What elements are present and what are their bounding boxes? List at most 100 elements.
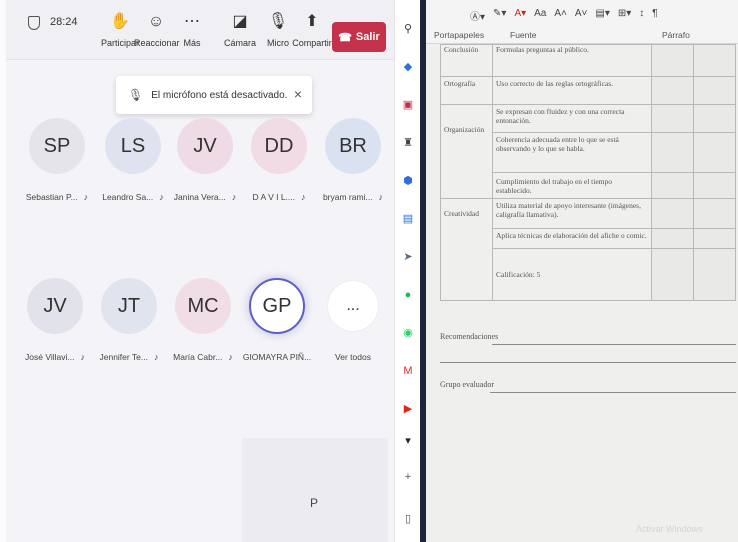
participant-name: bryam rami... (322, 192, 373, 202)
shading-icon[interactable]: ▤▾ (595, 8, 609, 23)
recommendations-line-2 (440, 362, 736, 363)
document-page[interactable]: Conclusión Formulas preguntas al público… (426, 44, 738, 542)
grade-cell: Calificación: 5 (492, 248, 652, 301)
criterion-cell: Creatividad (440, 198, 493, 301)
avatar: JT (101, 278, 157, 334)
criterion-cell: Conclusión (440, 44, 493, 77)
word-ribbon: Ⓐ▾ ✎▾ A▾ Aa A˄ A˅ ▤▾ ⊞▾ ↕ ¶ Portapapeles… (426, 0, 738, 44)
participant-tile[interactable]: SP Sebastian P... ♪ (20, 118, 94, 202)
avatar: JV (177, 118, 233, 174)
share-button[interactable]: ⬆ Compartir (290, 12, 334, 48)
recommendations-line (492, 344, 736, 345)
score-cell (693, 172, 736, 199)
change-case-button[interactable]: Aa (534, 8, 546, 23)
more-button[interactable]: ⋯ Más (170, 12, 214, 48)
tag-icon[interactable]: ◆ (401, 60, 415, 74)
chevron-down-icon[interactable]: ▾ (401, 434, 415, 448)
table-row: Organización Se expresan con fluidez y c… (440, 104, 736, 199)
shrink-font-icon[interactable]: A˅ (575, 8, 588, 23)
grow-font-icon[interactable]: A˄ (554, 8, 567, 23)
send-icon[interactable]: ➤ (401, 250, 415, 264)
participant-name: Jennifer Te... (99, 352, 148, 362)
avatar-initials: JV (43, 294, 67, 317)
participant-name: María Cabr... (173, 352, 223, 362)
score-cell (693, 132, 736, 173)
participant-name: Janina Vera... (173, 192, 226, 202)
self-initial: P (310, 496, 319, 510)
participant-name: D A V I L.... (252, 192, 296, 202)
participant-tile[interactable]: LS Leandro Sa... ♪ (96, 118, 170, 202)
shield-icon (28, 16, 40, 30)
avatar-initials: JT (117, 294, 141, 317)
descriptor-cell: Cumplimiento del trabajo en el tiempo es… (492, 172, 652, 199)
participant-tile[interactable]: GP GIOMAYRA PIÑ... (240, 278, 314, 362)
chess-icon[interactable]: ♜ (401, 136, 415, 150)
descriptor-cell: Uso correcto de las reglas ortográficas. (492, 76, 652, 105)
word-window: Ⓐ▾ ✎▾ A▾ Aa A˄ A˅ ▤▾ ⊞▾ ↕ ¶ Portapapeles… (426, 0, 738, 542)
evaluator-line (490, 392, 736, 393)
descriptor-cell: Formulas preguntas al público. (492, 44, 652, 77)
text-effects-icon[interactable]: Ⓐ▾ (470, 8, 485, 23)
participant-name: GIOMAYRA PIÑ... (242, 352, 312, 362)
participant-tile[interactable]: MC María Cabr... ♪ (166, 278, 240, 362)
table-row: Creatividad Utiliza material de apoyo in… (440, 198, 736, 301)
border-icon[interactable]: ⊞▾ (618, 8, 631, 23)
score-cell (651, 44, 694, 77)
share-icon: ⬆ (305, 13, 319, 30)
score-cell (693, 76, 736, 105)
descriptor-cell: Se expresan con fluidez y con una correc… (492, 104, 652, 133)
mic-off-icon: ♪ (231, 192, 237, 202)
participant-name: Sebastian P... (25, 192, 78, 202)
browser-sidebar: ⚲ ◆ ▣ ♜ ⬢ ▤ ➤ ● ◉ M ▶ ▾ + ▯ (394, 0, 420, 542)
participant-name: Leandro Sa... (102, 192, 154, 202)
score-cell (693, 198, 736, 229)
avatar-initials: SP (43, 134, 71, 157)
score-cell (651, 76, 694, 105)
pilcrow-icon[interactable]: ¶ (652, 8, 657, 23)
highlight-icon[interactable]: ✎▾ (493, 8, 506, 23)
font-color-icon[interactable]: A▾ (514, 8, 526, 23)
clipboard-group-label: Portapapeles (434, 30, 485, 40)
descriptor-cell: Coherencia adecuada entre lo que se está… (492, 132, 652, 173)
close-icon[interactable]: × (294, 86, 302, 102)
sort-icon[interactable]: ↕ (639, 8, 644, 23)
view-all-tile[interactable]: ... Ver todos (316, 280, 390, 362)
table-row: Ortografía Uso correcto de las reglas or… (440, 76, 736, 105)
participant-tile[interactable]: JV Janina Vera... ♪ (168, 118, 242, 202)
score-cell (651, 248, 694, 301)
spotify-icon[interactable]: ● (401, 288, 415, 302)
toast-text: El micrófono está desactivado. (151, 89, 288, 101)
participant-tile[interactable]: JT Jennifer Te... ♪ (92, 278, 166, 362)
participant-tile[interactable]: DD D A V I L.... ♪ (242, 118, 316, 202)
mic-off-icon: ♪ (154, 352, 159, 362)
outlook-icon[interactable]: ▤ (401, 212, 415, 226)
meeting-timer: 28:24 (50, 16, 78, 28)
gmail-icon[interactable]: M (401, 364, 415, 378)
view-all-label: Ver todos (335, 352, 371, 362)
search-icon[interactable]: ⚲ (401, 22, 415, 36)
criterion-cell: Organización (440, 104, 493, 199)
more-label: Más (183, 38, 201, 48)
font-group-label: Fuente (510, 30, 537, 40)
youtube-icon[interactable]: ▶ (401, 402, 415, 416)
avatar-initials: BR (339, 134, 367, 157)
leave-button[interactable]: ☎ Salir (332, 22, 386, 52)
rubric-table: Conclusión Formulas preguntas al público… (440, 44, 736, 301)
sidebar-toggle-icon[interactable]: ▯ (401, 512, 415, 526)
outlook-circle-icon[interactable]: ⬢ (401, 174, 415, 188)
mic-off-icon: ♪ (228, 352, 233, 362)
score-cell (651, 198, 694, 229)
score-cell (651, 228, 694, 249)
participant-tile[interactable]: BR bryam rami... ♪ (316, 118, 390, 202)
participant-tile[interactable]: JV José Villavi... ♪ (18, 278, 92, 362)
whatsapp-icon[interactable]: ◉ (401, 326, 415, 340)
criterion-cell: Ortografía (440, 76, 493, 105)
score-cell (651, 132, 694, 173)
score-cell (693, 44, 736, 77)
avatar: GP (249, 278, 305, 334)
add-icon[interactable]: + (401, 470, 415, 484)
briefcase-icon[interactable]: ▣ (401, 98, 415, 112)
avatar: DD (251, 118, 307, 174)
avatar: JV (27, 278, 83, 334)
score-cell (693, 248, 736, 301)
